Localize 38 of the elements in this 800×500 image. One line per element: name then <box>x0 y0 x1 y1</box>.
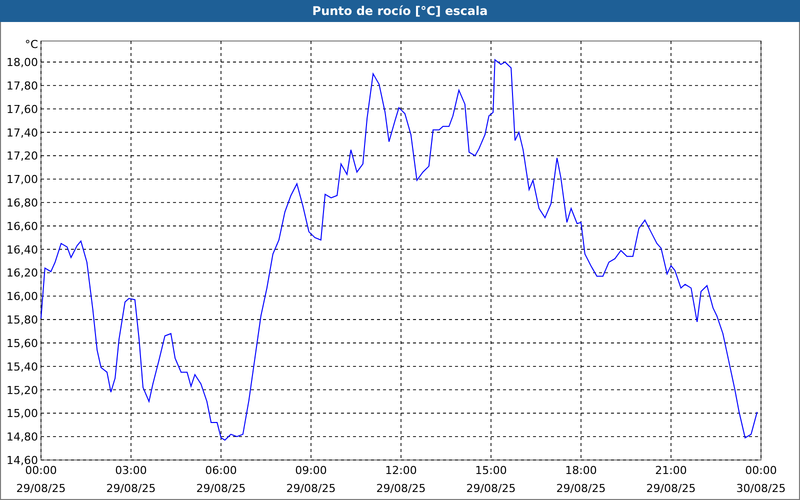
y-tick-label: 14,60 <box>6 454 38 467</box>
y-tick-label: 14,80 <box>6 430 38 444</box>
y-tick-label: 16,40 <box>6 243 38 256</box>
x-tick-label: 03:00 <box>115 464 147 477</box>
y-tick-label: 15,40 <box>6 360 38 374</box>
y-tick-label: 17,20 <box>6 150 38 163</box>
y-tick-label: 15,00 <box>6 407 38 420</box>
x-tick-date: 29/08/25 <box>376 482 426 495</box>
x-tick-date: 29/08/25 <box>16 482 66 495</box>
x-tick-date: 29/08/25 <box>106 482 156 495</box>
x-tick-label: 18:00 <box>565 464 597 477</box>
x-tick-label: 12:00 <box>385 464 417 477</box>
window-title: Punto de rocío [°C] escala <box>0 0 800 22</box>
x-tick-date: 30/08/25 <box>736 482 786 495</box>
y-axis-unit: °C <box>24 38 38 51</box>
x-tick-label: 00:00 <box>25 464 57 477</box>
x-tick-label: 15:00 <box>475 464 507 477</box>
x-tick-label: 06:00 <box>205 464 237 477</box>
y-tick-label: 15,20 <box>6 384 38 397</box>
y-tick-label: 16,20 <box>6 266 38 280</box>
x-tick-date: 29/08/25 <box>196 482 246 495</box>
y-tick-label: 17,40 <box>6 126 38 140</box>
y-tick-label: 16,80 <box>6 196 38 210</box>
y-tick-label: 17,00 <box>6 173 38 186</box>
x-tick-date: 29/08/25 <box>466 482 516 495</box>
x-tick-label: 09:00 <box>295 464 327 477</box>
y-tick-label: 16,60 <box>6 220 38 233</box>
y-tick-label: 16,00 <box>6 290 38 304</box>
y-tick-label: 18,00 <box>6 56 38 70</box>
x-tick-date: 29/08/25 <box>646 482 696 495</box>
x-tick-label: 21:00 <box>655 464 687 477</box>
y-tick-label: 17,60 <box>6 102 38 116</box>
y-tick-label: 17,80 <box>6 79 38 92</box>
y-tick-label: 15,60 <box>6 336 38 350</box>
y-tick-label: 15,80 <box>6 314 38 327</box>
x-tick-date: 29/08/25 <box>286 482 336 495</box>
x-tick-label: 00:00 <box>745 464 777 477</box>
x-tick-date: 29/08/25 <box>556 482 606 495</box>
